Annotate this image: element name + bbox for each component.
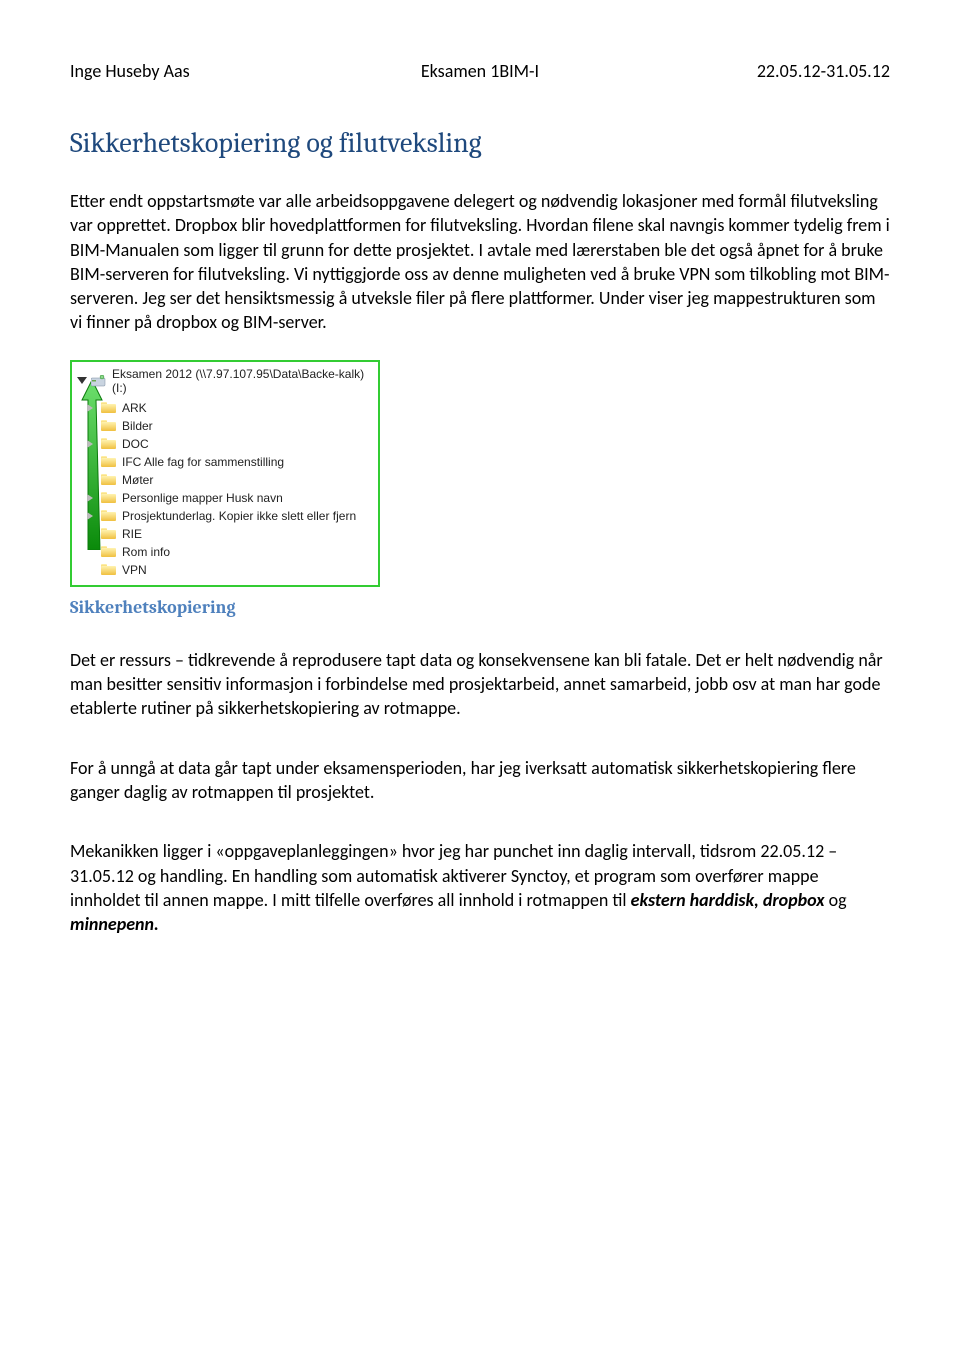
page-header: Inge Huseby Aas Eksamen 1BIM-I 22.05.12-… bbox=[70, 60, 890, 82]
paragraph-backup-1: Det er ressurs – tidkrevende å reproduse… bbox=[70, 648, 890, 721]
tree-item[interactable]: IFC Alle fag for sammenstilling bbox=[75, 453, 375, 471]
header-date: 22.05.12-31.05.12 bbox=[617, 60, 890, 82]
folder-icon bbox=[101, 510, 116, 521]
expand-right-icon[interactable] bbox=[87, 512, 93, 520]
subsection-title-backup: Sikkerhetskopiering bbox=[70, 597, 890, 618]
tree-item-label: Møter bbox=[122, 473, 153, 487]
folder-icon bbox=[101, 474, 116, 485]
page: Inge Huseby Aas Eksamen 1BIM-I 22.05.12-… bbox=[0, 0, 960, 1001]
folder-icon bbox=[101, 564, 116, 575]
tree-item-label: ARK bbox=[122, 401, 147, 415]
folder-icon bbox=[101, 546, 116, 557]
paragraph-backup-2: For å unngå at data går tapt under eksam… bbox=[70, 756, 890, 805]
tree-item-label: Personlige mapper Husk navn bbox=[122, 491, 283, 505]
folder-icon bbox=[101, 492, 116, 503]
tree-item[interactable]: Bilder bbox=[75, 417, 375, 435]
tree-item[interactable]: Rom info bbox=[75, 543, 375, 561]
expand-right-icon[interactable] bbox=[87, 404, 93, 412]
tree-item-label: Rom info bbox=[122, 545, 170, 559]
tree-item[interactable]: RIE bbox=[75, 525, 375, 543]
tree-item[interactable]: Prosjektunderlag. Kopier ikke slett elle… bbox=[75, 507, 375, 525]
header-author: Inge Huseby Aas bbox=[70, 60, 343, 82]
header-title: Eksamen 1BIM-I bbox=[343, 60, 616, 82]
folder-icon bbox=[101, 528, 116, 539]
tree-item[interactable]: VPN bbox=[75, 561, 375, 579]
tree-root-label: Eksamen 2012 (\\7.97.107.95\Data\Backe-k… bbox=[112, 367, 375, 395]
tree-item-label: RIE bbox=[122, 527, 142, 541]
expand-right-icon[interactable] bbox=[87, 440, 93, 448]
text-run: og bbox=[825, 889, 847, 911]
tree-item[interactable]: ARK bbox=[75, 399, 375, 417]
expand-down-icon[interactable] bbox=[77, 377, 87, 384]
paragraph-backup-3: Mekanikken ligger i «oppgaveplanlegginge… bbox=[70, 839, 890, 936]
tree-item-label: IFC Alle fag for sammenstilling bbox=[122, 455, 284, 469]
folder-icon bbox=[101, 438, 116, 449]
text-run-emphasis: minnepenn. bbox=[70, 913, 159, 935]
tree-item-label: Prosjektunderlag. Kopier ikke slett elle… bbox=[122, 509, 356, 523]
tree-item-label: VPN bbox=[122, 563, 147, 577]
section-title-backup-exchange: Sikkerhetskopiering og filutveksling bbox=[70, 127, 890, 159]
expand-right-icon[interactable] bbox=[87, 494, 93, 502]
folder-icon bbox=[101, 456, 116, 467]
text-run-emphasis: ekstern harddisk, dropbox bbox=[631, 889, 825, 911]
folder-icon bbox=[101, 402, 116, 413]
tree-root[interactable]: Eksamen 2012 (\\7.97.107.95\Data\Backe-k… bbox=[75, 365, 375, 399]
tree-item-label: DOC bbox=[122, 437, 149, 451]
tree-item[interactable]: DOC bbox=[75, 435, 375, 453]
tree-item[interactable]: Personlige mapper Husk navn bbox=[75, 489, 375, 507]
network-drive-icon bbox=[91, 375, 107, 387]
tree-item-label: Bilder bbox=[122, 419, 153, 433]
folder-icon bbox=[101, 420, 116, 431]
folder-tree: Eksamen 2012 (\\7.97.107.95\Data\Backe-k… bbox=[70, 360, 380, 587]
tree-item[interactable]: Møter bbox=[75, 471, 375, 489]
paragraph-intro: Etter endt oppstartsmøte var alle arbeid… bbox=[70, 189, 890, 335]
